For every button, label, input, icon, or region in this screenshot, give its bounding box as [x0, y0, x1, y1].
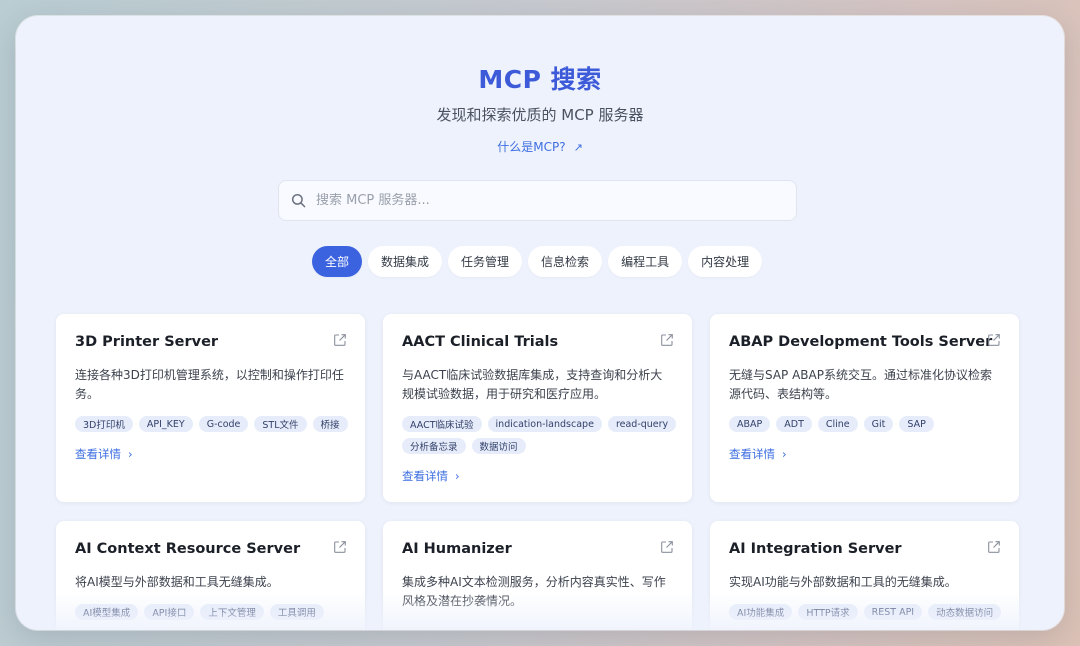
- card-title: AI Humanizer: [402, 541, 512, 557]
- card-description: 将AI模型与外部数据和工具无缝集成。: [75, 575, 279, 589]
- card-tags: 3D打印机 API_KEY G-code STL文件 桥接: [75, 416, 355, 432]
- tag[interactable]: 桥接: [312, 416, 348, 432]
- card-title: ABAP Development Tools Server: [729, 334, 993, 350]
- external-link-icon[interactable]: [660, 540, 674, 554]
- card-title: AI Context Resource Server: [75, 541, 301, 557]
- external-arrow-icon: ↗: [573, 141, 583, 154]
- external-link-icon[interactable]: [660, 333, 674, 347]
- app-window: MCP 搜索 发现和探索优质的 MCP 服务器 什么是MCP? ↗ 全部 数据集成…: [16, 16, 1064, 630]
- search-icon: [291, 193, 306, 208]
- card-description: 实现AI功能与外部数据和工具的无缝集成。: [729, 575, 957, 589]
- view-details-label: 查看详情: [402, 469, 448, 483]
- view-details-link[interactable]: 查看详情 ›: [75, 446, 133, 462]
- tag[interactable]: 数据访问: [471, 438, 526, 454]
- card-tags: AI模型集成 API接口 上下文管理 工具调用: [75, 604, 355, 620]
- filter-data-integration[interactable]: 数据集成: [368, 246, 443, 277]
- search-box[interactable]: [278, 180, 797, 221]
- card-title: AI Integration Server: [729, 541, 902, 557]
- view-details-link[interactable]: 查看详情 ›: [402, 468, 460, 484]
- card-description: 连接各种3D打印机管理系统，以控制和操作打印任务。: [75, 368, 344, 401]
- page-subtitle: 发现和探索优质的 MCP 服务器: [436, 106, 644, 124]
- tag[interactable]: 分析备忘录: [402, 438, 466, 454]
- filter-programming-tools[interactable]: 编程工具: [608, 246, 683, 277]
- external-link-icon[interactable]: [987, 333, 1001, 347]
- search-input[interactable]: [316, 193, 756, 208]
- tag[interactable]: ADT: [776, 416, 812, 432]
- card-tags: AACT临床试验 indication-landscape read-query…: [402, 416, 682, 454]
- category-filters: 全部 数据集成 任务管理 信息检索 编程工具 内容处理: [312, 246, 763, 277]
- server-card[interactable]: ABAP Development Tools Server 无缝与SAP ABA…: [710, 314, 1019, 502]
- filter-all[interactable]: 全部: [312, 246, 363, 277]
- filter-task-management[interactable]: 任务管理: [448, 246, 523, 277]
- tag[interactable]: AI功能集成: [729, 604, 793, 620]
- tag[interactable]: 3D打印机: [75, 416, 133, 432]
- tag[interactable]: indication-landscape: [487, 416, 602, 432]
- tag[interactable]: REST API: [863, 604, 923, 620]
- view-details-label: 查看详情: [729, 447, 775, 461]
- tag[interactable]: API接口: [144, 604, 195, 620]
- server-card[interactable]: AI Integration Server 实现AI功能与外部数据和工具的无缝集…: [710, 521, 1019, 630]
- card-title: AACT Clinical Trials: [402, 334, 559, 350]
- external-link-icon[interactable]: [333, 540, 347, 554]
- server-card[interactable]: AACT Clinical Trials 与AACT临床试验数据库集成，支持查询…: [383, 314, 692, 502]
- tag[interactable]: 上下文管理: [200, 604, 264, 620]
- view-details-label: 查看详情: [75, 447, 121, 461]
- tag[interactable]: 动态数据访问: [928, 604, 1002, 620]
- card-description: 无缝与SAP ABAP系统交互。通过标准化协议检索源代码、表结构等。: [729, 368, 992, 401]
- card-tags: AI功能集成 HTTP请求 REST API 动态数据访问: [729, 604, 1009, 620]
- what-is-mcp-link[interactable]: 什么是MCP? ↗: [16, 138, 1064, 155]
- page-title: MCP 搜索: [478, 65, 602, 94]
- tag[interactable]: SAP: [899, 416, 934, 432]
- view-details-link[interactable]: 查看详情 ›: [729, 446, 787, 462]
- what-is-mcp-label: 什么是MCP?: [497, 140, 566, 154]
- tag[interactable]: Git: [863, 416, 894, 432]
- tag[interactable]: 工具调用: [269, 604, 324, 620]
- card-description: 与AACT临床试验数据库集成，支持查询和分析大规模试验数据，用于研究和医疗应用。: [402, 368, 663, 401]
- tag[interactable]: AACT临床试验: [402, 416, 482, 432]
- tag[interactable]: read-query: [607, 416, 677, 432]
- card-tags: ABAP ADT Cline Git SAP: [729, 416, 1009, 432]
- filter-info-retrieval[interactable]: 信息检索: [528, 246, 603, 277]
- tag[interactable]: STL文件: [254, 416, 307, 432]
- tag[interactable]: API_KEY: [138, 416, 193, 432]
- tag[interactable]: HTTP请求: [798, 604, 858, 620]
- tag[interactable]: G-code: [198, 416, 249, 432]
- filter-content-processing[interactable]: 内容处理: [688, 246, 763, 277]
- tag[interactable]: AI模型集成: [75, 604, 139, 620]
- chevron-right-icon: ›: [782, 447, 787, 461]
- external-link-icon[interactable]: [333, 333, 347, 347]
- tag[interactable]: ABAP: [729, 416, 771, 432]
- chevron-right-icon: ›: [455, 469, 460, 483]
- card-description: 集成多种AI文本检测服务，分析内容真实性、写作风格及潜在抄袭情况。: [402, 575, 666, 608]
- server-card[interactable]: AI Context Resource Server 将AI模型与外部数据和工具…: [56, 521, 365, 630]
- chevron-right-icon: ›: [128, 447, 133, 461]
- card-title: 3D Printer Server: [75, 334, 219, 350]
- external-link-icon[interactable]: [987, 540, 1001, 554]
- tag[interactable]: Cline: [817, 416, 858, 432]
- server-card[interactable]: 3D Printer Server 连接各种3D打印机管理系统，以控制和操作打印…: [56, 314, 365, 502]
- server-card[interactable]: AI Humanizer 集成多种AI文本检测服务，分析内容真实性、写作风格及潜…: [383, 521, 692, 630]
